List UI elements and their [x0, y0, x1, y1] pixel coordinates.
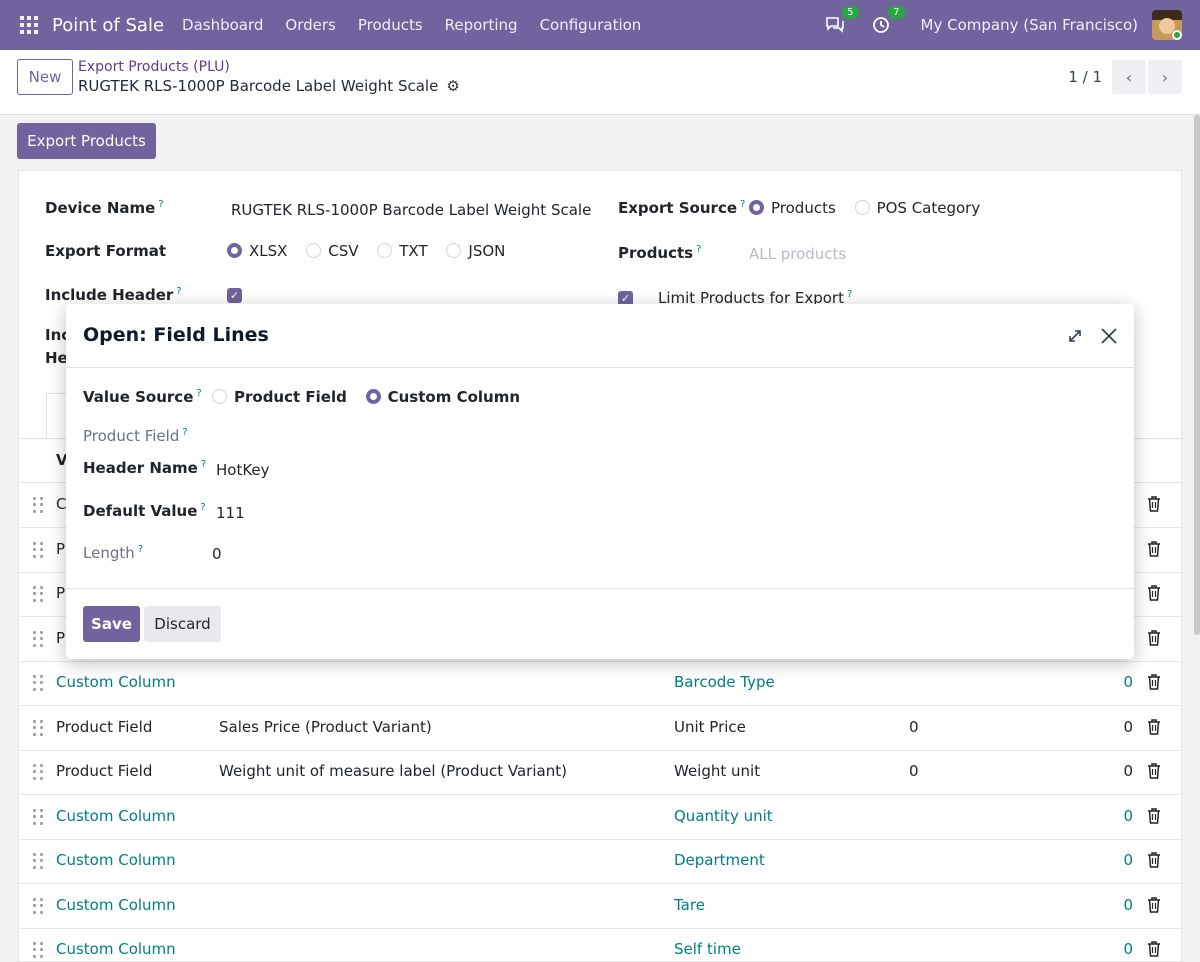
default-value-field[interactable]: 111: [216, 504, 245, 522]
header-name-label: Header Name?: [83, 459, 207, 477]
header-name-field[interactable]: HotKey: [216, 461, 270, 479]
value-source-label: Value Source?: [83, 388, 202, 406]
value-source-radio: Product Field Custom Column: [212, 388, 534, 406]
dialog-header-divider: [66, 367, 1134, 368]
length-field[interactable]: 0: [212, 545, 222, 563]
discard-button[interactable]: Discard: [144, 606, 221, 642]
field-lines-dialog: Open: Field Lines Value Source? Product …: [66, 304, 1134, 659]
value-source-product-field-option[interactable]: Product Field: [212, 388, 347, 406]
length-label: Length?: [83, 544, 144, 562]
dialog-footer-divider: [66, 588, 1134, 589]
save-button[interactable]: Save: [83, 606, 140, 642]
default-value-label: Default Value?: [83, 502, 206, 520]
expand-icon[interactable]: [1066, 327, 1084, 345]
product-field-label: Product Field?: [83, 427, 188, 445]
dialog-title: Open: Field Lines: [83, 324, 269, 346]
close-icon[interactable]: [1098, 325, 1120, 347]
value-source-custom-column-option[interactable]: Custom Column: [365, 388, 520, 406]
